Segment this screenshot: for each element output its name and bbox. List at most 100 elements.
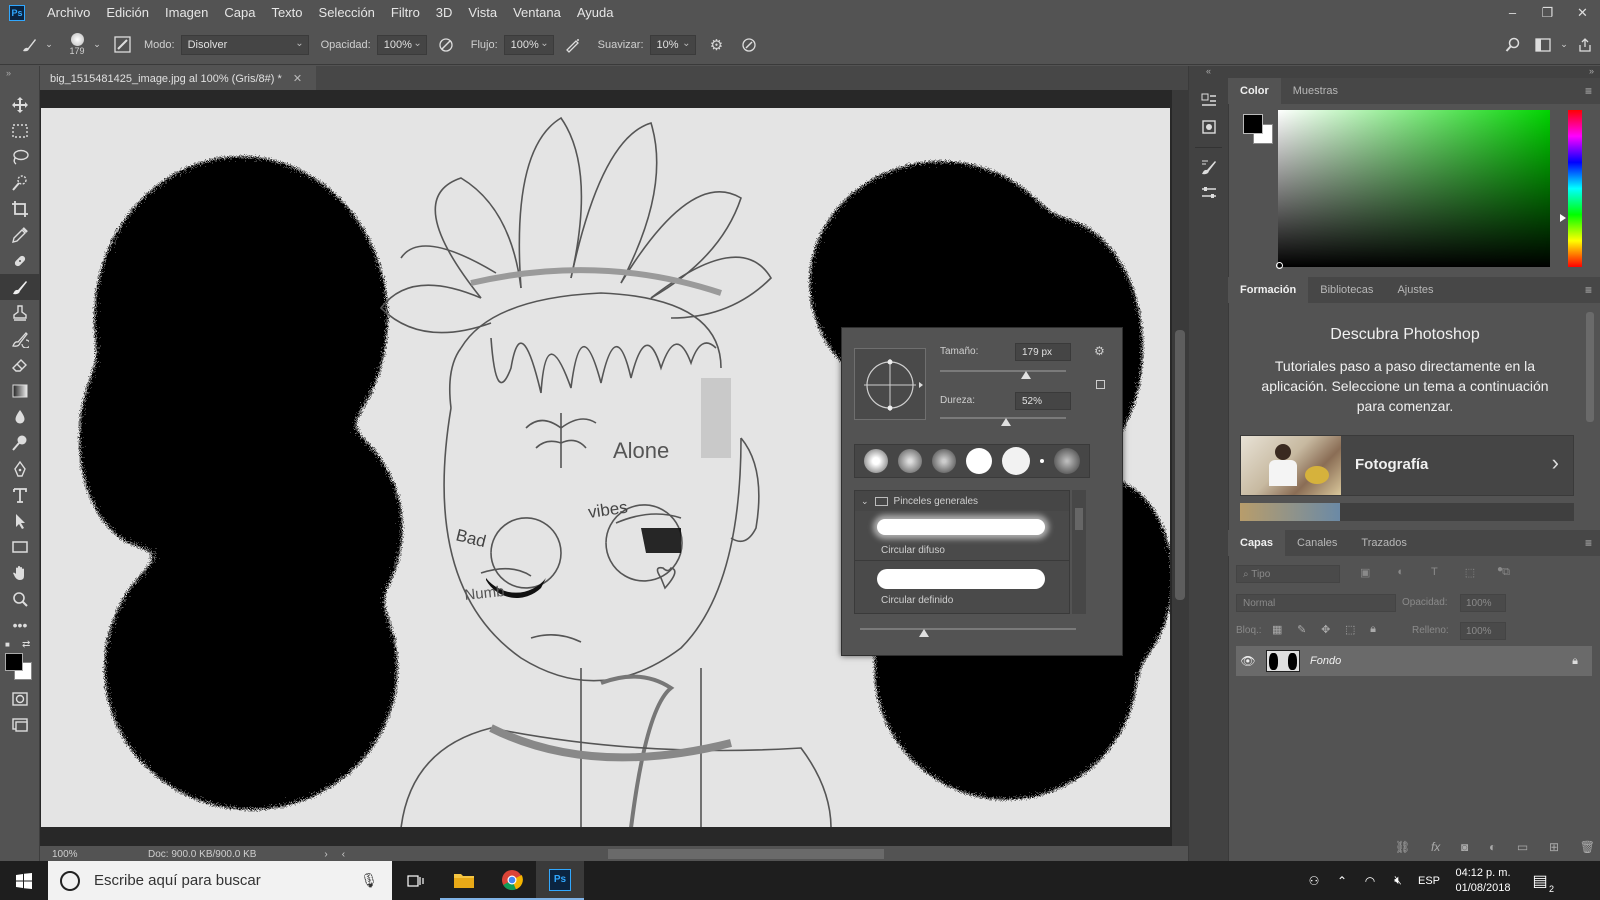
properties-panel-icon[interactable]	[1189, 114, 1229, 140]
size-field[interactable]: 179 px	[1015, 343, 1071, 361]
menu-texto[interactable]: Texto	[263, 5, 310, 20]
menu-capa[interactable]: Capa	[216, 5, 263, 20]
zoom-tool-icon[interactable]	[0, 586, 40, 612]
visibility-eye-icon[interactable]: 👁︎	[1236, 654, 1260, 668]
new-layer-icon[interactable]: ⊞	[1549, 840, 1559, 854]
smoothing-field[interactable]: 10% ⌄	[649, 34, 696, 55]
zoom-level[interactable]: 100%	[52, 849, 132, 860]
brush-item[interactable]: Circular definido	[855, 561, 1069, 611]
menu-edicion[interactable]: Edición	[98, 5, 157, 20]
crop-tool-icon[interactable]	[0, 196, 40, 222]
history-panel-icon[interactable]	[1189, 88, 1229, 114]
menu-seleccion[interactable]: Selección	[311, 5, 383, 20]
tab-capas[interactable]: Capas	[1228, 530, 1286, 556]
chrome-icon[interactable]	[488, 861, 536, 900]
hand-tool-icon[interactable]	[0, 560, 40, 586]
type-tool-icon[interactable]	[0, 482, 40, 508]
close-icon[interactable]: ✕	[293, 73, 302, 85]
pressure-size-icon[interactable]	[736, 37, 762, 53]
brush-tool-icon[interactable]	[14, 36, 44, 54]
screen-mode-icon[interactable]	[0, 712, 40, 738]
lock-position-icon[interactable]: ✥	[1321, 623, 1330, 636]
brush-panel-toggle-icon[interactable]	[112, 36, 132, 53]
brush-folder-row[interactable]: ⌄ Pinceles generales	[855, 491, 1069, 511]
brush-thumb-icon[interactable]	[1040, 459, 1044, 463]
fill-field[interactable]: 100%	[1460, 622, 1506, 640]
marquee-tool-icon[interactable]	[0, 118, 40, 144]
windows-start-icon[interactable]	[0, 872, 48, 889]
menu-3d[interactable]: 3D	[428, 5, 461, 20]
hue-slider[interactable]	[1568, 110, 1582, 267]
type-filter-icon[interactable]: T	[1431, 566, 1438, 582]
brush-thumb-icon[interactable]	[1002, 447, 1030, 475]
brush-angle-preview[interactable]	[854, 348, 926, 420]
brush-item[interactable]: Circular difuso	[855, 511, 1069, 561]
photoshop-taskbar-icon[interactable]: Ps	[536, 861, 584, 900]
mode-select[interactable]: Disolver ⌄	[180, 34, 309, 55]
blend-mode-select[interactable]: Normal	[1236, 594, 1396, 612]
quick-mask-icon[interactable]	[0, 686, 40, 712]
preview-size-slider-thumb[interactable]	[919, 629, 929, 637]
new-group-icon[interactable]: ▭	[1517, 840, 1528, 854]
taskbar-search-box[interactable]: Escribe aquí para buscar 🎙︎	[48, 861, 392, 900]
document-tab[interactable]: big_1515481425_image.jpg al 100% (Gris/8…	[40, 66, 316, 90]
clock[interactable]: 04:12 p. m. 01/08/2018	[1446, 866, 1520, 896]
menu-ventana[interactable]: Ventana	[505, 5, 569, 20]
brush-thumb-icon[interactable]	[1054, 448, 1080, 474]
flow-field[interactable]: 100% ⌄	[503, 34, 554, 55]
brush-settings-panel-icon[interactable]	[1189, 154, 1229, 180]
chevron-down-icon[interactable]: ⌄	[44, 39, 54, 50]
volume-muted-icon[interactable]: 🔇︎	[1384, 873, 1412, 888]
learn-topic-card[interactable]: Fotografía ›	[1240, 435, 1574, 496]
collapse-arrows-icon[interactable]: »	[1228, 66, 1600, 78]
learn-topic-card-next[interactable]	[1240, 503, 1574, 521]
brush-tool-icon[interactable]	[0, 274, 40, 300]
action-center-icon[interactable]: ▤ 2	[1520, 871, 1560, 894]
tab-color[interactable]: Color	[1228, 78, 1281, 104]
link-layers-icon[interactable]: ⛓︎	[1395, 840, 1410, 854]
learn-scroll-thumb[interactable]	[1586, 312, 1594, 422]
move-tool-icon[interactable]	[0, 92, 40, 118]
layer-filter-select[interactable]: ⌕ Tipo	[1236, 565, 1340, 583]
lock-transparent-icon[interactable]: ▦	[1272, 623, 1282, 636]
chevron-up-icon[interactable]: ⌃	[1328, 874, 1356, 888]
clone-stamp-tool-icon[interactable]	[0, 300, 40, 326]
adjustment-layer-icon[interactable]: ◐	[1489, 840, 1496, 854]
quick-selection-tool-icon[interactable]	[0, 170, 40, 196]
tab-formacion[interactable]: Formación	[1228, 277, 1309, 303]
filter-toggle-icon[interactable]: ●	[1497, 564, 1503, 575]
swap-colors-icon[interactable]: ⇄	[22, 639, 30, 650]
adjustment-filter-icon[interactable]: ◐	[1397, 566, 1404, 582]
people-icon[interactable]: ⚇	[1300, 874, 1328, 888]
chevron-down-icon[interactable]: ⌄	[1558, 39, 1570, 50]
menu-ayuda[interactable]: Ayuda	[569, 5, 622, 20]
menu-filtro[interactable]: Filtro	[383, 5, 428, 20]
workspace-icon[interactable]	[1528, 37, 1558, 52]
pressure-opacity-icon[interactable]	[433, 37, 459, 53]
brush-thumb-icon[interactable]	[898, 449, 922, 473]
chevron-left-icon[interactable]: ‹	[342, 849, 345, 860]
hardness-field[interactable]: 52%	[1015, 392, 1071, 410]
tab-bibliotecas[interactable]: Bibliotecas	[1308, 277, 1385, 303]
tab-trazados[interactable]: Trazados	[1349, 530, 1418, 556]
brush-list-scroll-thumb[interactable]	[1075, 508, 1083, 530]
panel-menu-icon[interactable]: ≡	[1585, 283, 1592, 297]
layer-name[interactable]: Fondo	[1310, 655, 1341, 667]
size-slider-track[interactable]	[940, 370, 1066, 372]
lock-artboard-icon[interactable]: ⬚	[1345, 623, 1355, 636]
vertical-scroll-thumb[interactable]	[1175, 330, 1185, 600]
menu-imagen[interactable]: Imagen	[157, 5, 216, 20]
color-field[interactable]	[1278, 110, 1550, 267]
lasso-tool-icon[interactable]	[0, 144, 40, 170]
shape-filter-icon[interactable]: ⬚	[1465, 566, 1475, 582]
more-tools-icon[interactable]: •••	[0, 612, 40, 638]
brush-thumb-icon[interactable]	[932, 449, 956, 473]
panel-menu-icon[interactable]: ≡	[1585, 536, 1592, 550]
foreground-color-swatch[interactable]	[1243, 114, 1263, 134]
share-icon[interactable]	[1570, 37, 1600, 53]
menu-archivo[interactable]: Archivo	[39, 5, 98, 20]
foreground-color-swatch[interactable]	[5, 653, 23, 671]
task-view-icon[interactable]	[392, 874, 440, 888]
preview-size-slider-track[interactable]	[860, 628, 1076, 630]
layer-row[interactable]: 👁︎ Fondo 🔒︎	[1236, 646, 1592, 676]
